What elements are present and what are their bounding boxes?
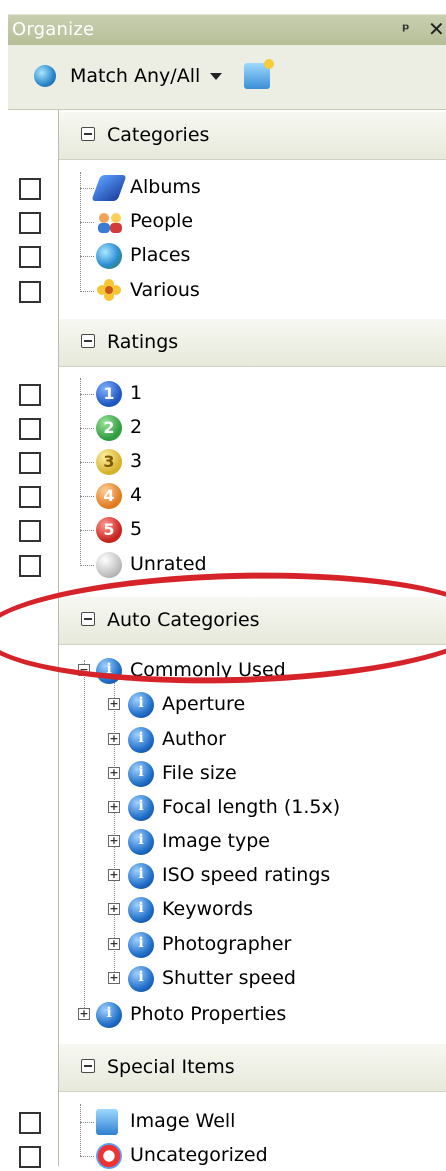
rating-3-icon: 3: [96, 449, 122, 475]
checkbox-places[interactable]: [19, 246, 41, 268]
rating-2-icon: 2: [96, 415, 122, 441]
info-icon: i: [128, 829, 154, 855]
info-icon: i: [128, 795, 154, 821]
section-header-special-items[interactable]: Special Items: [59, 1043, 446, 1092]
section-title: Categories: [107, 124, 210, 146]
unrated-icon: [96, 552, 122, 578]
info-icon: i: [128, 897, 154, 923]
checkbox-rating-4[interactable]: [19, 486, 41, 508]
people-icon: [96, 209, 122, 235]
expand-icon[interactable]: +: [108, 835, 120, 847]
checkbox-unrated[interactable]: [19, 555, 41, 577]
checkbox-various[interactable]: [19, 281, 41, 303]
expand-icon[interactable]: +: [108, 733, 120, 745]
section-title: Auto Categories: [107, 609, 260, 631]
album-book-icon: [91, 175, 127, 201]
expand-icon[interactable]: +: [108, 903, 120, 915]
section-header-categories[interactable]: Categories: [59, 111, 446, 160]
panel-title: Organize: [12, 19, 95, 40]
info-icon: i: [128, 692, 154, 718]
collapse-icon[interactable]: [81, 127, 95, 141]
chevron-down-icon[interactable]: [210, 73, 222, 80]
checkbox-rating-1[interactable]: [19, 384, 41, 406]
info-icon: i: [128, 727, 154, 753]
checkbox-people[interactable]: [19, 212, 41, 234]
info-icon: i: [128, 761, 154, 787]
new-category-icon[interactable]: [244, 59, 274, 89]
organize-toolbar: Match Any/All: [8, 45, 446, 110]
expand-icon[interactable]: +: [108, 698, 120, 710]
panel-titlebar: Organize ᵖ ✕: [8, 14, 446, 46]
collapse-tree-icon[interactable]: −: [78, 664, 90, 676]
collapse-icon[interactable]: [81, 334, 95, 348]
rating-1-icon: 1: [96, 381, 122, 407]
collapse-icon[interactable]: [81, 1059, 95, 1073]
info-icon: i: [128, 966, 154, 992]
checkbox-rating-3[interactable]: [19, 452, 41, 474]
info-icon: i: [128, 932, 154, 958]
database-icon: [34, 65, 56, 87]
expand-icon[interactable]: +: [78, 1008, 90, 1020]
close-icon[interactable]: ✕: [428, 17, 445, 41]
globe-icon: [96, 243, 122, 269]
expand-icon[interactable]: +: [108, 938, 120, 950]
image-well-icon: [96, 1109, 118, 1135]
section-title: Ratings: [107, 331, 179, 353]
section-header-auto-categories[interactable]: Auto Categories: [59, 596, 446, 645]
expand-icon[interactable]: +: [108, 869, 120, 881]
expand-icon[interactable]: +: [108, 767, 120, 779]
rating-4-icon: 4: [96, 483, 122, 509]
checkbox-rating-2[interactable]: [19, 418, 41, 440]
checkbox-rating-5[interactable]: [19, 520, 41, 542]
rating-5-icon: 5: [96, 517, 122, 543]
checkbox-albums[interactable]: [19, 178, 41, 200]
expand-icon[interactable]: +: [108, 801, 120, 813]
checkbox-uncategorized[interactable]: [19, 1146, 41, 1168]
section-header-ratings[interactable]: Ratings: [59, 318, 446, 367]
info-icon: i: [128, 863, 154, 889]
checkbox-image-well[interactable]: [19, 1112, 41, 1134]
pin-icon[interactable]: ᵖ: [402, 20, 410, 39]
collapse-icon[interactable]: [81, 612, 95, 626]
flower-icon: [96, 278, 122, 304]
expand-icon[interactable]: +: [108, 972, 120, 984]
match-any-all-button[interactable]: Match Any/All: [70, 65, 200, 87]
section-title: Special Items: [107, 1056, 235, 1078]
checkbox-rail: [8, 110, 58, 1166]
info-icon: i: [96, 658, 122, 684]
info-icon: i: [96, 1002, 122, 1028]
uncategorized-icon: [96, 1143, 122, 1169]
